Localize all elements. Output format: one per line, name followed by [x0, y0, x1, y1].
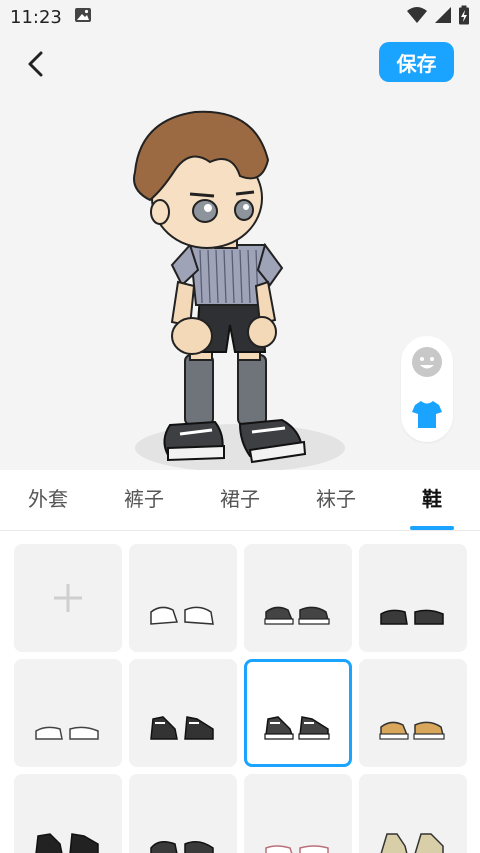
- shoe-item[interactable]: [129, 544, 237, 652]
- shoe-thumbnail: [265, 845, 329, 853]
- shoe-thumbnail: [264, 606, 330, 625]
- shoe-thumbnail: [150, 606, 214, 625]
- shoe-item[interactable]: [129, 659, 237, 767]
- image-notification-icon: [74, 7, 92, 28]
- item-grid-container: [0, 531, 480, 853]
- tab-pants[interactable]: 裤子: [96, 470, 192, 530]
- status-time: 11:23: [10, 6, 62, 28]
- back-button[interactable]: [18, 46, 54, 82]
- shoe-thumbnail: [380, 833, 444, 853]
- category-tabs: 外套 裤子 裙子 袜子 鞋: [0, 470, 480, 531]
- tab-socks[interactable]: 袜子: [288, 470, 384, 530]
- add-item-button[interactable]: [14, 544, 122, 652]
- clothing-toggle[interactable]: [411, 398, 443, 430]
- shoe-thumbnail: [150, 841, 214, 853]
- shoe-item[interactable]: [359, 659, 467, 767]
- face-toggle[interactable]: [411, 346, 443, 378]
- save-button[interactable]: 保存: [379, 42, 454, 82]
- shoe-item[interactable]: [244, 544, 352, 652]
- shoe-item[interactable]: [244, 774, 352, 853]
- item-grid: [14, 544, 467, 853]
- shoe-item[interactable]: [359, 544, 467, 652]
- top-bar: 保存: [0, 34, 480, 90]
- shoe-thumbnail: [35, 833, 99, 853]
- shoe-thumbnail: [380, 609, 444, 625]
- chevron-left-icon: [28, 51, 43, 77]
- shoe-thumbnail: [35, 726, 99, 740]
- wifi-icon: [406, 6, 428, 28]
- tshirt-icon: [412, 401, 442, 428]
- tab-skirt[interactable]: 裙子: [192, 470, 288, 530]
- shoe-item[interactable]: [14, 774, 122, 853]
- shoe-item[interactable]: [14, 659, 122, 767]
- tab-shoes[interactable]: 鞋: [384, 470, 480, 530]
- shoe-item-selected[interactable]: [244, 659, 352, 767]
- plus-icon: [54, 584, 82, 612]
- smiley-icon: [412, 347, 442, 377]
- shoe-thumbnail: [379, 721, 445, 740]
- shoe-item[interactable]: [129, 774, 237, 853]
- battery-icon: [458, 5, 470, 29]
- shoe-item[interactable]: [359, 774, 467, 853]
- signal-icon: [434, 6, 452, 28]
- category-toggle: [401, 336, 453, 442]
- tab-jacket[interactable]: 外套: [0, 470, 96, 530]
- shoe-thumbnail: [150, 716, 214, 740]
- status-bar: 11:23: [0, 0, 480, 34]
- shoe-thumbnail: [264, 716, 330, 740]
